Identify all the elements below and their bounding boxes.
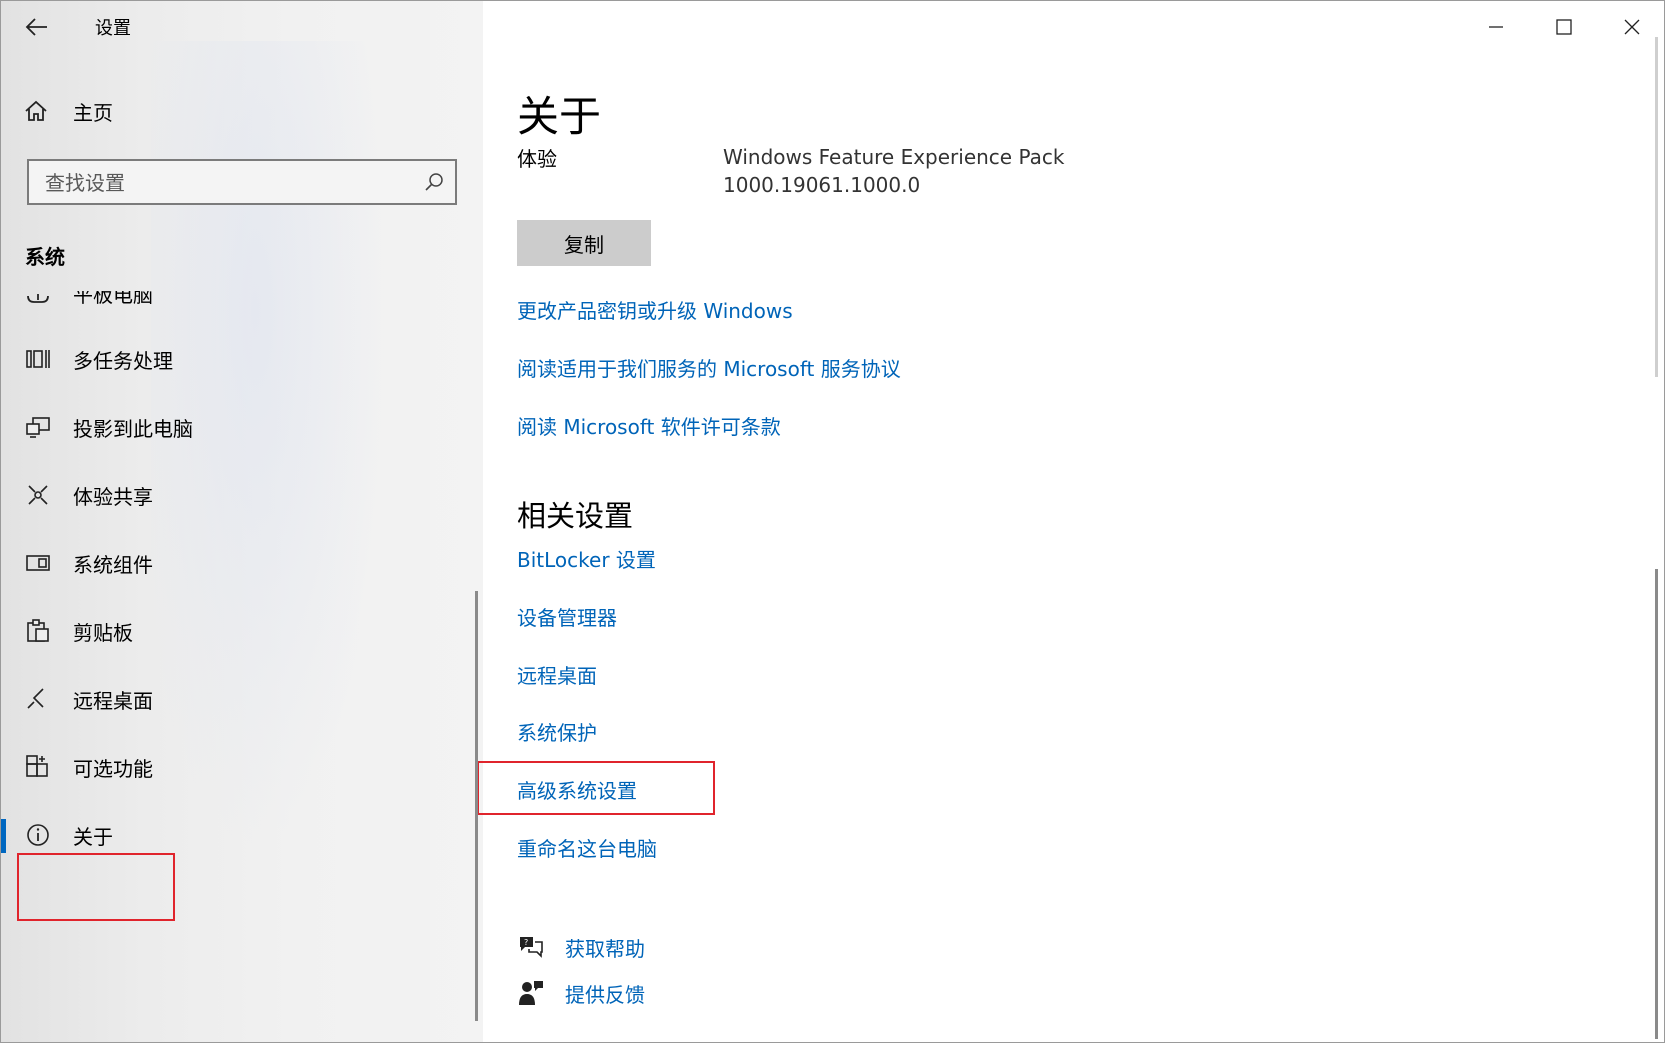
sidebar-scrollbar[interactable]: [475, 591, 478, 1021]
services-agreement-link[interactable]: 阅读适用于我们服务的 Microsoft 服务协议: [517, 353, 901, 382]
content-scrollbar[interactable]: [1655, 569, 1658, 1039]
nav-home[interactable]: 主页: [23, 93, 443, 129]
sidebar-item-multitasking[interactable]: 多任务处理: [1, 333, 471, 385]
main-content: 关于 体验 Windows Feature Experience Pack 10…: [477, 1, 1664, 1042]
sidebar-item-clipboard[interactable]: 剪贴板: [1, 605, 471, 657]
bitlocker-settings-link[interactable]: BitLocker 设置: [517, 544, 656, 573]
window-controls: [1462, 1, 1664, 53]
sidebar-item-projecting[interactable]: 投影到此电脑: [1, 401, 471, 453]
back-button[interactable]: [21, 11, 53, 43]
svg-text:?: ?: [524, 938, 528, 947]
settings-window: 设置 主页 系统 平板电脑: [0, 0, 1665, 1043]
get-help-row[interactable]: ? 获取帮助: [517, 929, 645, 965]
sidebar-item-about[interactable]: 关于: [1, 809, 471, 861]
license-terms-link[interactable]: 阅读 Microsoft 软件许可条款: [517, 411, 781, 440]
sidebar-item-label: 平板电脑: [73, 291, 153, 307]
sidebar-item-label: 体验共享: [73, 484, 153, 509]
sidebar: 设置 主页 系统 平板电脑: [1, 1, 483, 1042]
sidebar-item-system-components[interactable]: 系统组件: [1, 537, 471, 589]
close-icon: [1624, 19, 1640, 35]
sidebar-item-label: 多任务处理: [73, 348, 173, 373]
optional-features-icon: [26, 755, 48, 777]
related-settings-title: 相关设置: [517, 499, 634, 533]
experience-value: Windows Feature Experience Pack 1000.190…: [723, 143, 1064, 199]
sidebar-item-label: 可选功能: [73, 756, 153, 781]
change-product-key-link[interactable]: 更改产品密钥或升级 Windows: [517, 295, 793, 324]
feedback-row[interactable]: 提供反馈: [517, 975, 645, 1011]
content-scrollbar-track: [1655, 37, 1658, 377]
remote-desktop-link[interactable]: 远程桌面: [517, 660, 597, 689]
multitasking-icon: [26, 350, 50, 368]
sidebar-item-label: 远程桌面: [73, 688, 153, 713]
projecting-icon: [26, 417, 50, 438]
sidebar-item-shared-experiences[interactable]: 体验共享: [1, 469, 471, 521]
search-input[interactable]: [43, 167, 407, 199]
rename-pc-link[interactable]: 重命名这台电脑: [517, 833, 657, 862]
back-arrow-icon: [25, 18, 47, 36]
shared-experiences-icon: [28, 485, 48, 505]
sidebar-item-tablet[interactable]: 平板电脑: [1, 291, 471, 319]
search-box: [27, 159, 457, 205]
maximize-icon: [1556, 19, 1572, 35]
sidebar-item-remote-desktop[interactable]: 远程桌面: [1, 673, 471, 725]
nav-home-label: 主页: [73, 100, 113, 125]
sidebar-item-label: 剪贴板: [73, 620, 133, 645]
feedback-label: 提供反馈: [565, 982, 645, 1007]
advanced-system-settings-link[interactable]: 高级系统设置: [517, 775, 637, 804]
page-title: 关于: [517, 92, 602, 141]
search-icon[interactable]: [423, 171, 445, 193]
tablet-icon: [27, 294, 49, 303]
minimize-icon: [1489, 26, 1503, 28]
minimize-button[interactable]: [1462, 1, 1530, 53]
feedback-icon: [519, 981, 543, 1005]
home-icon: [25, 100, 47, 121]
get-help-label: 获取帮助: [565, 936, 645, 961]
system-components-icon: [26, 555, 50, 571]
sidebar-item-optional-features[interactable]: 可选功能: [1, 741, 471, 793]
system-protection-link[interactable]: 系统保护: [517, 717, 597, 746]
sidebar-item-label: 投影到此电脑: [73, 416, 193, 441]
sidebar-item-label: 系统组件: [73, 552, 153, 577]
remote-desktop-icon: [27, 688, 44, 709]
nav-list: 平板电脑 多任务处理 投影到此电脑 体验共享 系统组件 剪贴板 远程桌面 可选功…: [1, 291, 471, 1042]
maximize-button[interactable]: [1530, 1, 1598, 53]
sidebar-item-label: 关于: [73, 824, 113, 849]
app-title: 设置: [95, 18, 131, 39]
section-heading-system: 系统: [25, 245, 65, 269]
experience-label: 体验: [517, 147, 557, 171]
info-icon: [27, 824, 49, 846]
copy-button[interactable]: 复制: [517, 220, 651, 266]
experience-value-line1: Windows Feature Experience Pack: [723, 145, 1065, 169]
clipboard-icon: [27, 619, 49, 642]
device-manager-link[interactable]: 设备管理器: [517, 602, 617, 631]
experience-value-line2: 1000.19061.1000.0: [723, 173, 921, 197]
title-bar: 设置: [1, 1, 483, 53]
get-help-icon: ?: [520, 937, 543, 958]
